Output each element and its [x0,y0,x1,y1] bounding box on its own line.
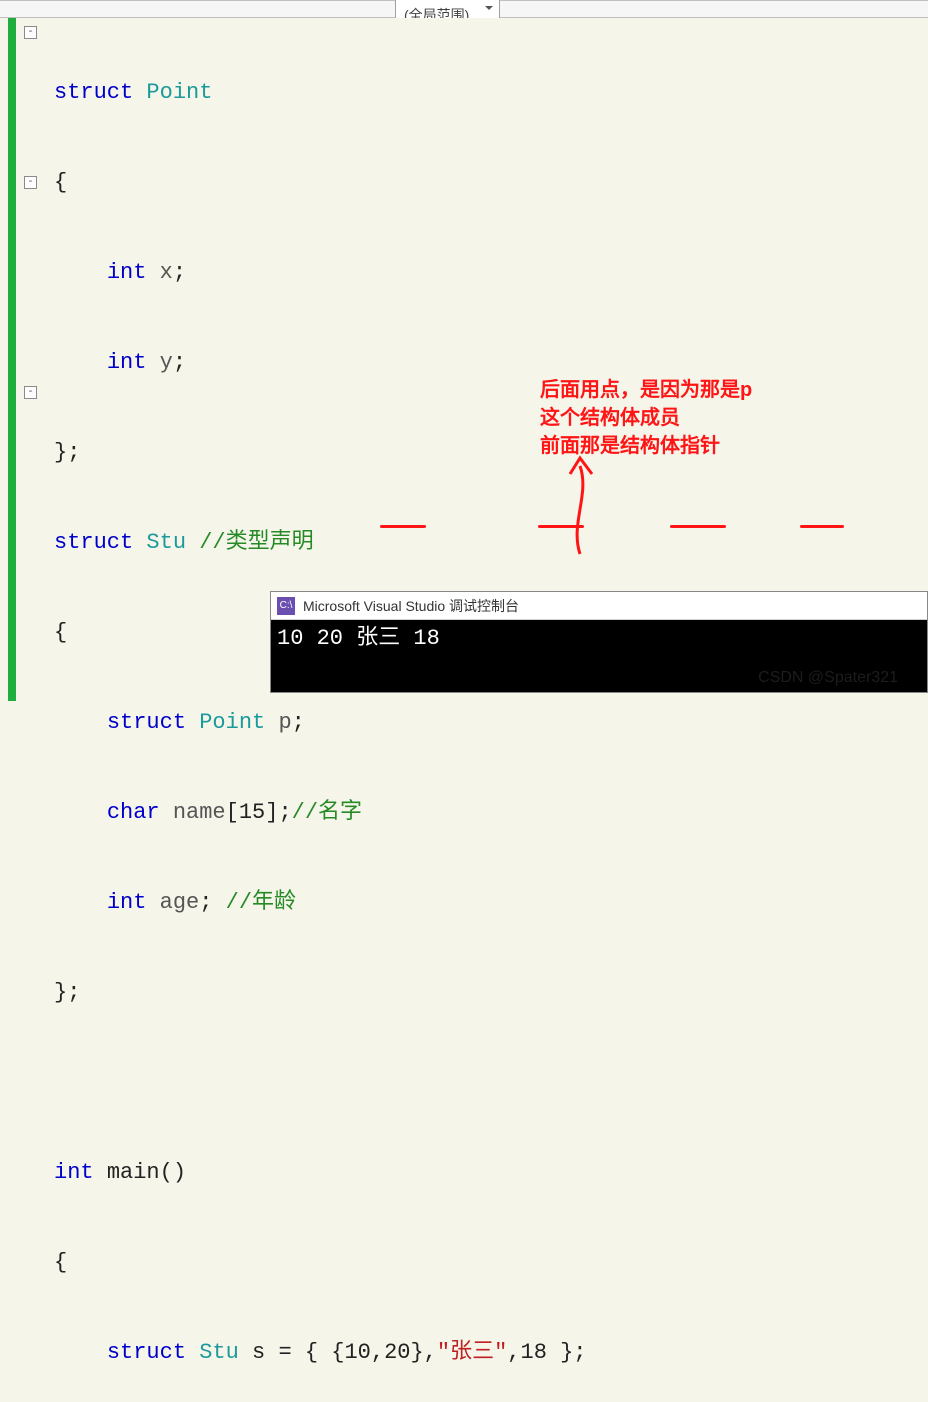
code-line[interactable]: { [54,1248,928,1278]
type-name: int [107,260,147,285]
annotation-line: 这个结构体成员 [540,404,840,432]
brace: { [54,1250,67,1275]
code-line[interactable]: { [54,168,928,198]
code-line[interactable]: struct Point [54,78,928,108]
fold-box[interactable]: - [24,386,37,399]
code-area[interactable]: struct Point { int x; int y; }; struct S… [54,18,928,1402]
punct: ; [173,260,186,285]
change-bar [8,18,16,701]
code-line[interactable]: int y; [54,348,928,378]
code-line[interactable]: struct Stu s = { {10,20},"张三",18 }; [54,1338,928,1368]
annotation-underline [380,525,426,528]
punct: ; [173,350,186,375]
vs-icon: C:\ [277,597,295,615]
annotation-underline [800,525,844,528]
type-name: Stu [199,1340,239,1365]
identifier: x [160,260,173,285]
comment: //名字 [292,800,362,825]
console-titlebar[interactable]: C:\ Microsoft Visual Studio 调试控制台 [271,592,927,620]
brace: { [54,170,67,195]
type-name: Point [146,80,212,105]
brace: }; [54,980,80,1005]
keyword: struct [107,1340,186,1365]
keyword: struct [54,530,133,555]
type-name: char [107,800,160,825]
annotation-underline [670,525,726,528]
comment: //类型声明 [199,530,313,555]
keyword: struct [54,80,133,105]
fold-box[interactable]: - [24,26,37,39]
keyword: struct [107,710,186,735]
punct: [15]; [226,800,292,825]
watermark: CSDN @Spater321 [758,663,898,693]
annotation-line: 前面那是结构体指针 [540,432,840,460]
brace: }; [54,440,80,465]
function-name: main [107,1160,160,1185]
code-line[interactable]: int x; [54,258,928,288]
identifier: name [173,800,226,825]
code-line[interactable]: struct Point p; [54,708,928,738]
code-line[interactable] [54,1068,928,1098]
identifier: p [278,710,291,735]
punct: ; [292,710,305,735]
code-line[interactable]: int age; //年龄 [54,888,928,918]
string-literal: "张三" [437,1340,507,1365]
annotation-text: 后面用点，是因为那是p 这个结构体成员 前面那是结构体指针 [540,376,840,460]
code-line[interactable]: }; [54,978,928,1008]
fold-box[interactable]: - [24,176,37,189]
annotation-underline [538,525,584,528]
punct: ; [199,890,212,915]
comment: //年龄 [226,890,296,915]
identifier: y [160,350,173,375]
brace: { [54,620,67,645]
code-line[interactable]: char name[15];//名字 [54,798,928,828]
editor-toolbar: (全局范围) [0,0,928,18]
punct: = { {10,20}, [265,1340,437,1365]
identifier: s [252,1340,265,1365]
type-name: int [107,350,147,375]
code-line[interactable]: struct Stu //类型声明 [54,528,928,558]
identifier: age [160,890,200,915]
punct: ,18 }; [507,1340,586,1365]
fold-gutter: - - - [24,18,52,701]
punct: () [160,1160,186,1185]
type-name: int [54,1160,94,1185]
code-line[interactable]: int main() [54,1158,928,1188]
annotation-line: 后面用点，是因为那是p [540,376,840,404]
code-editor[interactable]: - - - struct Point { int x; int y; }; st… [0,18,928,701]
type-name: Point [199,710,265,735]
type-name: Stu [146,530,186,555]
console-title: Microsoft Visual Studio 调试控制台 [303,591,519,621]
type-name: int [107,890,147,915]
